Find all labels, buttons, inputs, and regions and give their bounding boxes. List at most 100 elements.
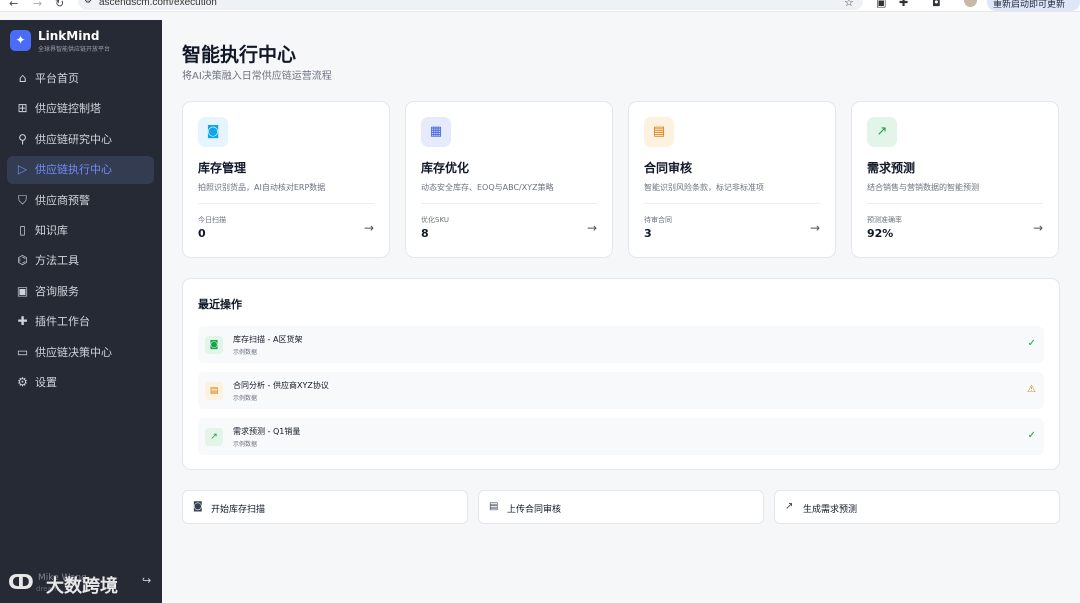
card-title: 需求预测 bbox=[867, 161, 916, 175]
list-item[interactable]: ↗ 需求预测 - Q1销量 示例数据 ✓ bbox=[198, 418, 1044, 455]
card-divider bbox=[421, 203, 597, 204]
page-title: 智能执行中心 bbox=[182, 44, 297, 66]
sidebar-item-execution-center[interactable]: ▷ 供应链执行中心 bbox=[7, 156, 154, 185]
sidebar-item-knowledge-base[interactable]: ▯ 知识库 bbox=[7, 217, 154, 245]
trend-up-icon: ↗ bbox=[205, 428, 223, 446]
arrow-right-icon[interactable]: → bbox=[1033, 221, 1043, 235]
briefcase-icon: ▣ bbox=[16, 283, 29, 298]
operation-meta: 示例数据 bbox=[233, 441, 258, 448]
card-stat-value: 92% bbox=[867, 227, 894, 240]
section-title: 最近操作 bbox=[198, 298, 242, 311]
book-icon: ▯ bbox=[19, 222, 26, 237]
start-inventory-scan-button[interactable]: ◙ 开始库存扫描 bbox=[182, 490, 468, 524]
button-label: 上传合同审核 bbox=[507, 505, 562, 515]
arrow-right-icon[interactable]: → bbox=[364, 221, 374, 235]
document-icon: ▤ bbox=[205, 382, 223, 400]
sidebar-item-methods[interactable]: ⌬ 方法工具 bbox=[7, 247, 154, 275]
sidebar-footer: Mike Wang dream ↀ 大数跨境 ↪ bbox=[8, 570, 158, 598]
card-divider bbox=[644, 203, 820, 204]
button-label: 开始库存扫描 bbox=[211, 505, 266, 515]
extension-icon[interactable]: ▣ bbox=[876, 0, 886, 9]
forward-arrow-icon[interactable]: → bbox=[33, 0, 42, 10]
brand-name: LinkMind bbox=[38, 29, 100, 43]
sidebar-item-plugins[interactable]: ✚ 插件工作台 bbox=[7, 308, 154, 336]
card-divider bbox=[198, 203, 374, 204]
sidebar-item-control-tower[interactable]: ⊞ 供应链控制塔 bbox=[7, 95, 154, 123]
sidebar-item-supplier-alert[interactable]: ⛉ 供应商预警 bbox=[7, 187, 154, 215]
trend-up-icon: ↗ bbox=[785, 501, 794, 512]
card-title: 库存优化 bbox=[421, 161, 470, 175]
card-stat-value: 0 bbox=[198, 227, 206, 240]
update-button[interactable]: 重新启动即可更新 ⋮ bbox=[987, 0, 1080, 11]
document-icon: ▤ bbox=[644, 117, 674, 147]
puzzle-icon[interactable]: ✚ bbox=[899, 0, 908, 9]
brand-subtitle: 全球界智能供应链开放平台 bbox=[38, 46, 111, 53]
operation-meta: 示例数据 bbox=[233, 395, 258, 402]
camera-icon: ◙ bbox=[193, 501, 203, 512]
card-description: 拍照识别货品，AI自动核对ERP数据 bbox=[198, 183, 326, 192]
sidebar-item-label: 供应链执行中心 bbox=[35, 163, 112, 177]
camera-icon: ◙ bbox=[205, 336, 223, 354]
sidebar-item-home[interactable]: ⌂ 平台首页 bbox=[7, 65, 154, 93]
sidebar-item-decision-center[interactable]: ▭ 供应链决策中心 bbox=[7, 339, 154, 367]
arrow-right-icon[interactable]: → bbox=[810, 221, 820, 235]
browser-toolbar: ← → ↻ ⚙ ascendscm.com/execution ☆ ▣ ✚ ◘ … bbox=[0, 0, 1080, 12]
arrow-right-icon[interactable]: → bbox=[587, 221, 597, 235]
card-title: 合同审核 bbox=[644, 161, 693, 175]
sidebar-item-label: 供应链控制塔 bbox=[35, 102, 101, 116]
operation-name: 库存扫描 - A区货架 bbox=[233, 335, 303, 344]
profile-avatar[interactable] bbox=[964, 0, 977, 7]
card-contract-review[interactable]: ▤ 合同审核 智能识别风险条款，标记非标准项 待审合同 3 → bbox=[628, 101, 836, 258]
gear-icon: ⚙ bbox=[17, 374, 28, 389]
play-icon: ▷ bbox=[17, 162, 28, 177]
card-description: 动态安全库存、EOQ与ABC/XYZ策略 bbox=[421, 183, 554, 192]
url-text: ascendscm.com/execution bbox=[99, 0, 217, 8]
watermark-text: 大数跨境 bbox=[46, 576, 118, 597]
star-icon[interactable]: ☆ bbox=[844, 0, 854, 9]
card-stat-label: 预测准确率 bbox=[867, 216, 902, 224]
screenshot-icon[interactable]: ◘ bbox=[932, 0, 941, 9]
card-demand-forecast[interactable]: ↗ 需求预测 结合销售与营销数据的智能预测 预测准确率 92% → bbox=[851, 101, 1059, 258]
puzzle-icon: ✚ bbox=[17, 314, 28, 329]
card-title: 库存管理 bbox=[198, 161, 247, 175]
sidebar: ✦ LinkMind 全球界智能供应链开放平台 ⌂ 平台首页 ⊞ 供应链控制塔 … bbox=[0, 20, 162, 603]
sidebar-item-label: 方法工具 bbox=[35, 254, 79, 268]
reload-icon[interactable]: ↻ bbox=[55, 0, 64, 10]
sidebar-item-label: 知识库 bbox=[35, 223, 68, 237]
home-icon: ⌂ bbox=[18, 71, 27, 85]
card-stat-label: 今日扫描 bbox=[198, 216, 226, 224]
card-stat-label: 待审合同 bbox=[644, 216, 672, 224]
operation-name: 需求预测 - Q1销量 bbox=[233, 427, 301, 436]
trend-up-icon: ↗ bbox=[867, 117, 897, 147]
card-inventory-optimization[interactable]: ▦ 库存优化 动态安全库存、EOQ与ABC/XYZ策略 优化SKU 8 → bbox=[405, 101, 613, 258]
shield-icon: ⛉ bbox=[17, 192, 27, 207]
sidebar-item-label: 供应链决策中心 bbox=[35, 345, 112, 359]
site-settings-icon[interactable]: ⚙ bbox=[84, 0, 92, 6]
back-arrow-icon[interactable]: ← bbox=[9, 0, 18, 10]
warning-triangle-icon: ⚠ bbox=[1027, 384, 1036, 395]
logout-icon[interactable]: ↪ bbox=[142, 574, 151, 587]
card-inventory-management[interactable]: ◙ 库存管理 拍照识别货品，AI自动核对ERP数据 今日扫描 0 → bbox=[182, 101, 390, 258]
card-stat-value: 8 bbox=[421, 227, 429, 240]
calculator-icon: ▦ bbox=[421, 117, 451, 147]
monitor-icon: ▭ bbox=[16, 344, 29, 359]
page-subtitle: 将AI决策融入日常供应链运营流程 bbox=[182, 71, 332, 82]
card-stat-label: 优化SKU bbox=[421, 216, 449, 224]
card-divider bbox=[867, 203, 1043, 204]
generate-demand-forecast-button[interactable]: ↗ 生成需求预测 bbox=[774, 490, 1060, 524]
sidebar-item-label: 咨询服务 bbox=[35, 284, 79, 298]
sidebar-item-label: 设置 bbox=[35, 375, 57, 389]
list-item[interactable]: ▤ 合同分析 - 供应商XYZ协议 示例数据 ⚠ bbox=[198, 372, 1044, 409]
recent-operations-panel: 最近操作 ◙ 库存扫描 - A区货架 示例数据 ✓ ▤ 合同分析 - 供应商XY… bbox=[182, 278, 1060, 470]
document-icon: ▤ bbox=[489, 501, 499, 512]
sidebar-item-research-center[interactable]: ⚲ 供应链研究中心 bbox=[7, 126, 154, 154]
camera-icon: ◙ bbox=[198, 117, 228, 147]
list-item[interactable]: ◙ 库存扫描 - A区货架 示例数据 ✓ bbox=[198, 326, 1044, 363]
button-label: 生成需求预测 bbox=[803, 505, 858, 515]
card-description: 智能识别风险条款，标记非标准项 bbox=[644, 183, 764, 192]
grid-icon: ⊞ bbox=[17, 101, 28, 116]
sidebar-item-consulting[interactable]: ▣ 咨询服务 bbox=[7, 278, 154, 306]
sidebar-item-label: 供应链研究中心 bbox=[35, 132, 112, 146]
upload-contract-review-button[interactable]: ▤ 上传合同审核 bbox=[478, 490, 764, 524]
sidebar-item-settings[interactable]: ⚙ 设置 bbox=[7, 369, 154, 397]
